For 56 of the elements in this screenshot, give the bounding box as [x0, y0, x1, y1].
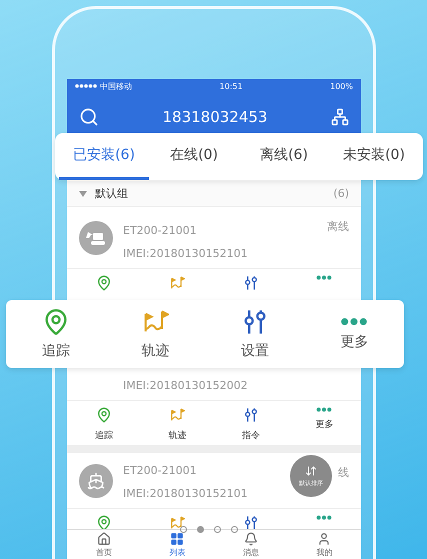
more-icon: [316, 275, 332, 280]
device-name: ET200-21001: [123, 464, 197, 477]
tab-bar-item[interactable]: 首页: [67, 530, 140, 559]
search-icon[interactable]: [79, 107, 99, 127]
tab-bar-item[interactable]: 列表: [140, 530, 214, 559]
carrier-text: 中国移动: [100, 80, 132, 92]
grid-icon: [170, 532, 184, 546]
sort-icon: [305, 464, 317, 476]
home-icon: [96, 532, 111, 546]
header-title: 18318032453: [162, 108, 268, 126]
action-button[interactable]: 更多: [304, 317, 404, 351]
group-count: (6): [333, 187, 349, 200]
tab-bar-item[interactable]: 我的: [288, 530, 361, 559]
action-button[interactable]: 追踪: [67, 407, 140, 442]
carousel-dot[interactable]: [180, 526, 187, 533]
status-tab[interactable]: 已安装(6): [59, 133, 149, 180]
tab-bar-item[interactable]: 消息: [214, 530, 288, 559]
group-header[interactable]: 默认组 (6): [67, 181, 361, 207]
excavator-icon: [85, 230, 107, 246]
action-button[interactable]: 指令: [214, 407, 288, 442]
device-name: ET200-21001: [123, 224, 197, 237]
device-status: 离线: [327, 219, 349, 234]
status-tab[interactable]: 在线(0): [149, 133, 239, 180]
battery-text: 100%: [330, 82, 353, 90]
status-tab[interactable]: 未安装(0): [329, 133, 419, 180]
user-icon: [317, 532, 332, 546]
signal-icon: [75, 84, 97, 88]
bell-icon: [244, 532, 258, 546]
ship-icon: [87, 472, 105, 490]
action-button[interactable]: 轨迹: [140, 407, 214, 442]
device-imei: IMEI:20180130152101: [123, 487, 248, 500]
device-imei: IMEI:20180130152101: [123, 247, 248, 260]
flags-icon: [169, 275, 186, 291]
location-pin-icon: [96, 407, 112, 423]
action-button[interactable]: 追踪: [6, 308, 106, 360]
device-imei: IMEI:20180130152002: [123, 379, 248, 392]
action-button[interactable]: 设置: [205, 308, 304, 360]
status-tab[interactable]: 离线(6): [239, 133, 329, 180]
sliders-icon: [242, 275, 259, 291]
hierarchy-icon[interactable]: [330, 108, 349, 126]
carousel-dot[interactable]: [231, 526, 238, 533]
more-icon: [340, 317, 368, 327]
more-icon: [316, 407, 332, 412]
sliders-icon: [242, 515, 259, 529]
time-text: 10:51: [220, 82, 243, 90]
location-pin-icon: [96, 275, 112, 291]
flags-icon: [169, 407, 186, 423]
location-pin-icon: [96, 515, 112, 529]
flags-icon: [169, 515, 186, 529]
more-icon: [316, 515, 332, 520]
carousel-dot[interactable]: [214, 526, 221, 533]
sliders-icon: [242, 407, 259, 423]
device-status: 线: [338, 465, 349, 480]
action-button[interactable]: 更多: [288, 407, 361, 432]
action-button[interactable]: 轨迹: [106, 308, 205, 360]
group-name: 默认组: [95, 186, 128, 201]
